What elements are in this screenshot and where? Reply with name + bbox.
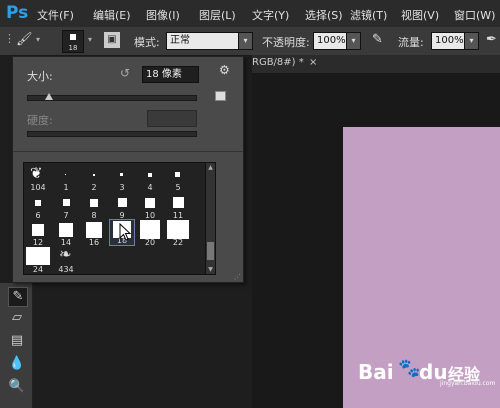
gradient-tool-icon[interactable]: ▤ bbox=[8, 332, 26, 350]
grass-brush-icon: ❧ bbox=[59, 245, 72, 263]
close-tab-icon[interactable]: × bbox=[309, 57, 317, 68]
size-slider-thumb[interactable] bbox=[45, 93, 54, 100]
preset-5[interactable]: 5 bbox=[165, 165, 191, 192]
hardness-input bbox=[147, 110, 197, 127]
toggle-brush-panel-icon[interactable]: ▣ bbox=[104, 32, 120, 48]
preset-7[interactable]: 7 bbox=[53, 193, 79, 220]
document-tab-title[interactable]: RGB/8#) * bbox=[252, 57, 304, 68]
preset-1[interactable]: 1 bbox=[53, 165, 79, 192]
mode-select[interactable]: 正常 bbox=[166, 32, 246, 50]
menu-type[interactable]: 文字(Y) bbox=[252, 7, 289, 23]
resize-grip-icon[interactable]: ⋰ bbox=[234, 273, 241, 281]
hardness-slider bbox=[27, 131, 197, 137]
leaf-brush-icon: ❦ bbox=[30, 164, 43, 182]
new-preset-icon[interactable] bbox=[215, 91, 226, 101]
toolbar-grip-icon: ⋮ bbox=[4, 32, 15, 45]
menu-file[interactable]: 文件(F) bbox=[37, 7, 74, 23]
preset-24[interactable]: 24 bbox=[25, 247, 51, 274]
preset-4[interactable]: 4 bbox=[137, 165, 163, 192]
menu-bar: Ps 文件(F) 编辑(E) 图像(I) 图层(L) 文字(Y) 选择(S) 滤… bbox=[0, 0, 500, 27]
preset-14[interactable]: 14 bbox=[53, 220, 79, 247]
dodge-tool-icon[interactable]: 🔍 bbox=[8, 378, 26, 396]
brush-preset-picker[interactable]: 18 bbox=[62, 30, 84, 53]
document-tab-bar: RGB/8#) * × bbox=[252, 55, 500, 73]
preset-2[interactable]: 2 bbox=[81, 165, 107, 192]
panel-divider bbox=[13, 151, 243, 152]
size-label: 大小: bbox=[27, 70, 53, 83]
opacity-dropdown-icon[interactable]: ▾ bbox=[346, 32, 361, 50]
scrollbar-thumb[interactable] bbox=[207, 242, 214, 260]
flow-label: 流量: bbox=[398, 36, 424, 49]
menu-edit[interactable]: 编辑(E) bbox=[93, 7, 131, 23]
preset-20[interactable]: 20 bbox=[137, 220, 163, 247]
size-input[interactable]: 18 像素 bbox=[142, 66, 199, 83]
preset-9[interactable]: 9 bbox=[109, 193, 135, 220]
scroll-up-icon[interactable]: ▲ bbox=[206, 164, 215, 171]
preset-22[interactable]: 22 bbox=[165, 220, 191, 247]
baidu-watermark: Bai 🐾 du 经验 jingyan.baidu.com bbox=[358, 358, 498, 388]
mode-label: 模式: bbox=[134, 36, 160, 49]
preset-10[interactable]: 10 bbox=[137, 193, 163, 220]
flow-dropdown-icon[interactable]: ▾ bbox=[464, 32, 479, 50]
brush-tool-icon[interactable]: ✎ bbox=[8, 287, 28, 307]
opacity-label: 不透明度: bbox=[262, 36, 310, 49]
brush-picker-arrow-icon[interactable]: ▾ bbox=[88, 35, 92, 44]
menu-select[interactable]: 选择(S) bbox=[305, 7, 343, 23]
brush-tool-icon[interactable]: 🖌 bbox=[16, 32, 33, 47]
preset-scrollbar[interactable]: ▲ ▼ bbox=[205, 162, 216, 275]
preset-12[interactable]: 12 bbox=[25, 220, 51, 247]
menu-image[interactable]: 图像(I) bbox=[146, 7, 180, 23]
brush-tip-icon bbox=[70, 34, 76, 40]
brush-preset-grid: ❦ 104 1 2 3 4 5 6 7 8 9 10 11 12 14 16 1… bbox=[23, 162, 207, 275]
app-logo: Ps bbox=[6, 3, 29, 23]
preset-104[interactable]: ❦ 104 bbox=[25, 164, 51, 192]
blur-tool-icon[interactable]: 💧 bbox=[8, 355, 26, 373]
preset-16[interactable]: 16 bbox=[81, 220, 107, 247]
menu-view[interactable]: 视图(V) bbox=[401, 7, 439, 23]
reset-size-icon[interactable]: ↺ bbox=[120, 66, 130, 80]
preset-6[interactable]: 6 bbox=[25, 193, 51, 220]
mouse-cursor-icon bbox=[119, 223, 131, 241]
scroll-down-icon[interactable]: ▼ bbox=[206, 266, 215, 273]
gear-icon[interactable]: ⚙ bbox=[219, 63, 230, 77]
preset-434[interactable]: ❧ 434 bbox=[53, 245, 79, 274]
menu-window[interactable]: 窗口(W) bbox=[454, 7, 495, 23]
menu-filter[interactable]: 滤镜(T) bbox=[350, 7, 387, 23]
brush-size-readout: 18 bbox=[68, 44, 78, 52]
menu-layer[interactable]: 图层(L) bbox=[199, 7, 236, 23]
paw-logo-icon: 🐾 bbox=[398, 358, 421, 379]
eraser-tool-icon[interactable]: ▱ bbox=[8, 309, 26, 327]
pressure-opacity-icon[interactable]: ✎ bbox=[372, 32, 383, 47]
airbrush-icon[interactable]: ✒ bbox=[486, 32, 497, 47]
preset-8[interactable]: 8 bbox=[81, 193, 107, 220]
mode-dropdown-icon[interactable]: ▾ bbox=[238, 32, 253, 50]
watermark-brand: Bai bbox=[358, 360, 394, 384]
toolbox: ✎ ▱ ▤ 💧 🔍 bbox=[0, 283, 33, 408]
watermark-url: jingyan.baidu.com bbox=[440, 380, 496, 387]
preset-3[interactable]: 3 bbox=[109, 165, 135, 192]
tool-preset-arrow-icon[interactable]: ▾ bbox=[36, 35, 40, 44]
preset-11[interactable]: 11 bbox=[165, 193, 191, 220]
brush-preset-panel: 大小: ↺ 18 像素 ⚙ 硬度: ❦ 104 1 2 3 4 5 6 7 8 … bbox=[12, 56, 244, 283]
hardness-label: 硬度: bbox=[27, 114, 53, 127]
